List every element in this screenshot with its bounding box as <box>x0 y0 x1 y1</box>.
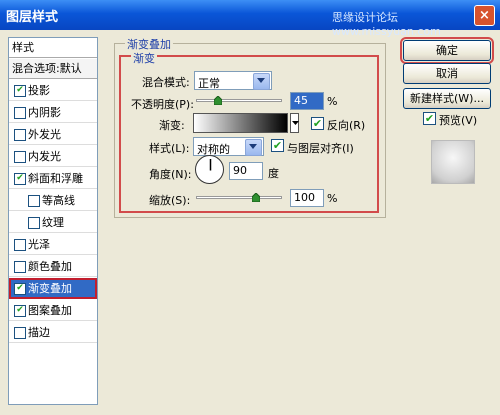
opacity-slider-handle[interactable] <box>213 95 223 106</box>
checked-box-icon[interactable]: ✔ <box>14 85 26 97</box>
style-item-label: 内阴影 <box>28 106 61 119</box>
style-item[interactable]: 内发光 <box>9 146 97 167</box>
opacity-label: 不透明度(P): <box>131 98 194 111</box>
blend-mode-select[interactable]: 正常 <box>194 71 272 90</box>
style-item[interactable]: ✔ 投影 <box>9 80 97 101</box>
unchecked-box-icon[interactable] <box>14 151 26 163</box>
unchecked-box-icon[interactable] <box>14 239 26 251</box>
style-item-label: 纹理 <box>42 216 64 229</box>
style-item[interactable]: 描边 <box>9 322 97 343</box>
style-item[interactable]: 等高线 <box>9 190 97 211</box>
scale-slider-handle[interactable] <box>251 192 261 203</box>
unchecked-box-icon[interactable] <box>28 195 40 207</box>
style-item[interactable]: 光泽 <box>9 234 97 255</box>
ok-button[interactable]: 确定 <box>400 37 494 64</box>
style-item-label: 斜面和浮雕 <box>28 172 83 185</box>
preview-swatch <box>431 140 475 184</box>
opacity-input[interactable]: 45 <box>290 92 324 110</box>
unchecked-box-icon[interactable] <box>14 261 26 273</box>
style-item[interactable]: ✔ 斜面和浮雕 <box>9 168 97 189</box>
style-select[interactable]: 对称的 <box>193 137 264 156</box>
angle-dial[interactable] <box>195 155 224 184</box>
blend-options-item[interactable]: 混合选项:默认 <box>9 59 97 79</box>
cancel-button[interactable]: 取消 <box>403 63 491 84</box>
opacity-slider-track[interactable] <box>196 99 282 102</box>
align-layer-label: 与图层对齐(I) <box>287 142 354 155</box>
reverse-label: 反向(R) <box>327 119 366 132</box>
align-layer-checkbox[interactable]: ✔ <box>271 139 284 152</box>
style-item[interactable]: 纹理 <box>9 212 97 233</box>
style-item-label: 等高线 <box>42 194 75 207</box>
angle-input[interactable]: 90 <box>229 162 263 180</box>
style-item-label: 描边 <box>28 326 50 339</box>
scale-slider-track[interactable] <box>196 196 282 199</box>
chevron-down-icon <box>253 73 270 90</box>
gradient-label: 渐变: <box>159 119 185 132</box>
checked-box-icon[interactable]: ✔ <box>14 283 26 295</box>
chevron-down-icon <box>245 139 262 156</box>
check-icon: ✔ <box>312 117 323 130</box>
check-icon: ✔ <box>272 139 283 152</box>
scale-input[interactable]: 100 <box>290 189 324 207</box>
sub-group-title: 渐变 <box>131 50 157 66</box>
style-item-label: 颜色叠加 <box>28 260 72 273</box>
gradient-dropdown[interactable] <box>290 113 299 133</box>
style-item-label: 图案叠加 <box>28 304 72 317</box>
style-item-label: 内发光 <box>28 150 61 163</box>
close-button[interactable]: × <box>474 5 495 26</box>
style-item[interactable]: 外发光 <box>9 124 97 145</box>
preview-checkbox[interactable]: ✔ <box>423 112 436 125</box>
new-style-button[interactable]: 新建样式(W)... <box>403 88 491 109</box>
preview-label: 预览(V) <box>439 114 478 127</box>
style-item[interactable]: ✔ 渐变叠加 <box>9 278 97 299</box>
angle-unit: 度 <box>268 167 279 180</box>
preview-thumbnail <box>421 134 485 191</box>
scale-unit: % <box>327 192 338 205</box>
style-item-label: 投影 <box>28 84 50 97</box>
style-item[interactable]: 内阴影 <box>9 102 97 123</box>
unchecked-box-icon[interactable] <box>14 107 26 119</box>
unchecked-box-icon[interactable] <box>14 129 26 141</box>
gradient-swatch[interactable] <box>193 113 288 133</box>
blend-mode-label: 混合模式: <box>142 76 190 89</box>
opacity-unit: % <box>327 95 338 108</box>
blend-mode-value: 正常 <box>198 77 220 90</box>
unchecked-box-icon[interactable] <box>14 327 26 339</box>
style-item-label: 渐变叠加 <box>28 282 72 295</box>
style-label: 样式(L): <box>149 142 190 155</box>
reverse-checkbox[interactable]: ✔ <box>311 117 324 130</box>
checked-box-icon[interactable]: ✔ <box>14 173 26 185</box>
title-bar: 图层样式 思缘设计论坛 www.missyuan.com <box>0 0 500 38</box>
style-list-header: 样式 <box>9 38 97 58</box>
style-item-label: 外发光 <box>28 128 61 141</box>
style-item[interactable]: 颜色叠加 <box>9 256 97 277</box>
style-list: 样式 混合选项:默认 ✔ 投影 内阴影 外发光 内发光 ✔ 斜面和浮雕 等高线 纹理 光泽 颜色叠加… <box>8 37 98 405</box>
checked-box-icon[interactable]: ✔ <box>14 305 26 317</box>
style-item-label: 光泽 <box>28 238 50 251</box>
window-title: 图层样式 <box>6 10 59 25</box>
check-icon: ✔ <box>424 112 435 125</box>
style-item[interactable]: ✔ 图案叠加 <box>9 300 97 321</box>
angle-needle-icon <box>209 159 212 171</box>
unchecked-box-icon[interactable] <box>28 217 40 229</box>
angle-label: 角度(N): <box>149 168 192 181</box>
scale-label: 缩放(S): <box>149 194 191 207</box>
